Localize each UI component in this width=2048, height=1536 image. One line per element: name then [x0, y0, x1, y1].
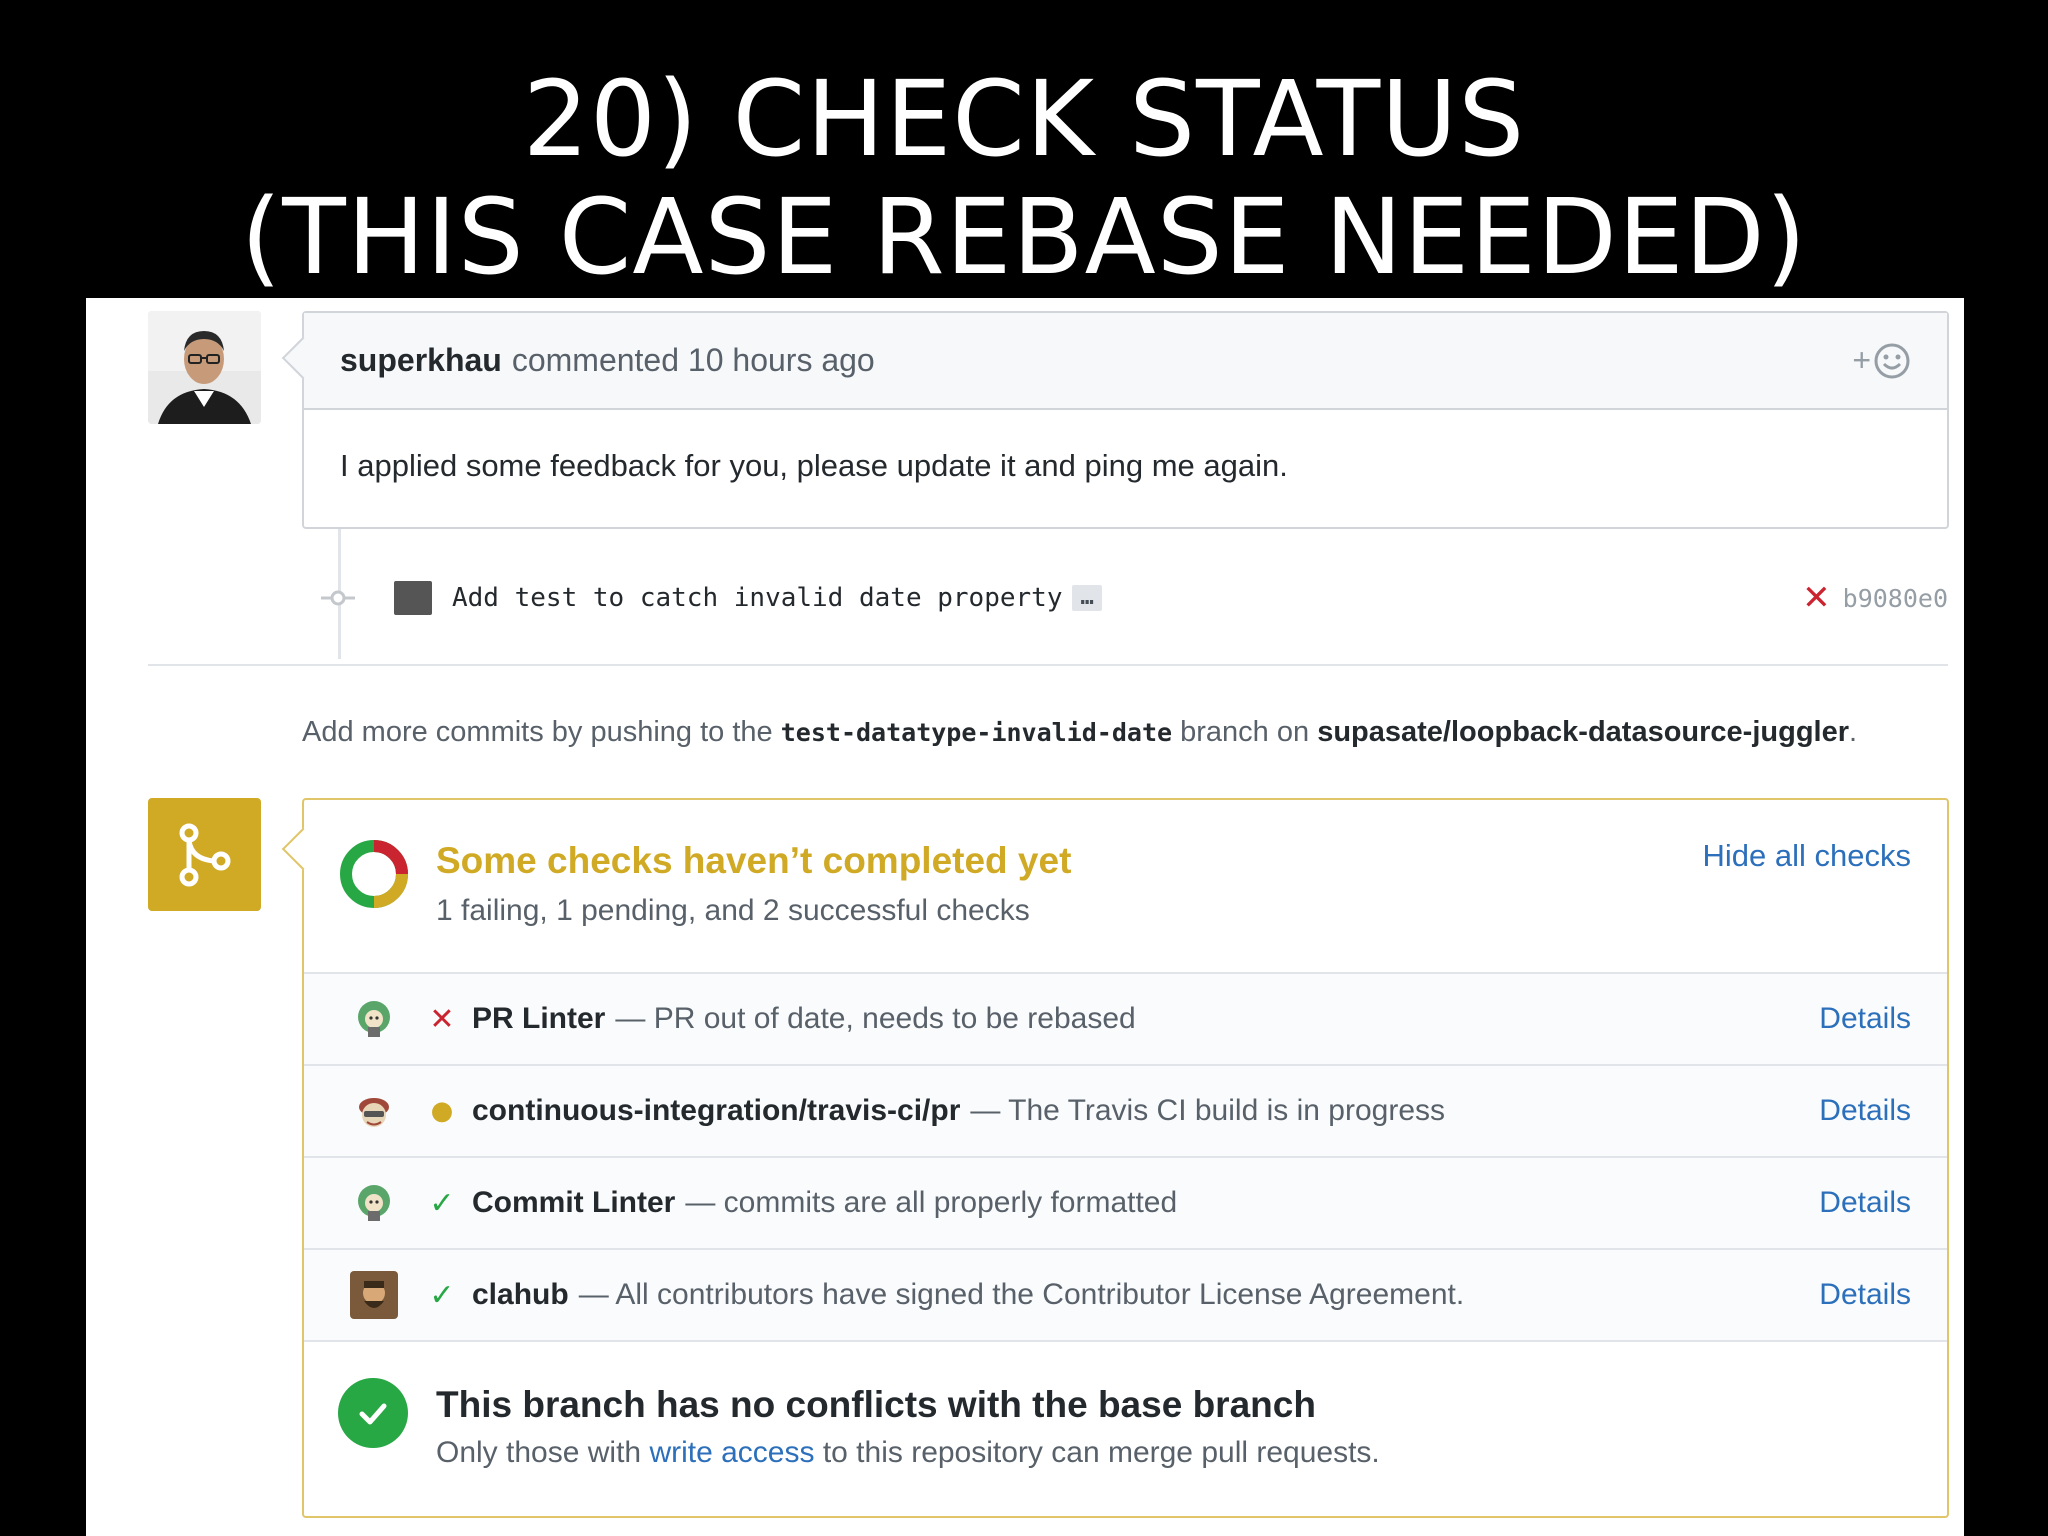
- check-app-avatar: [350, 1271, 398, 1319]
- push-hint-suffix: .: [1849, 716, 1858, 748]
- x-icon: ✕: [429, 1001, 455, 1037]
- check-app-avatar: [350, 995, 398, 1043]
- commit-sha[interactable]: b9080e0: [1843, 584, 1948, 613]
- check-name: Commit Linter: [472, 1186, 676, 1219]
- check-details-link[interactable]: Details: [1819, 1186, 1911, 1220]
- hide-all-checks-link[interactable]: Hide all checks: [1703, 838, 1911, 874]
- check-row-travis: ● continuous-integration/travis-ci/pr — …: [304, 1066, 1947, 1158]
- push-hint: Add more commits by pushing to the test-…: [302, 716, 1857, 749]
- repo-name: supasate/loopback-datasource-juggler: [1317, 716, 1850, 748]
- check-name: continuous-integration/travis-ci/pr: [472, 1094, 961, 1127]
- merge-sub-suffix: to this repository can merge pull reques…: [822, 1436, 1380, 1469]
- checks-summary-subtitle: 1 failing, 1 pending, and 2 successful c…: [436, 894, 1030, 927]
- comment-timestamp[interactable]: commented 10 hours ago: [512, 342, 875, 379]
- check-row-commit-linter: ✓ Commit Linter — commits are all proper…: [304, 1158, 1947, 1250]
- x-icon[interactable]: ✕: [1802, 578, 1831, 618]
- timeline-divider: [148, 664, 1948, 666]
- commenter-avatar[interactable]: [148, 311, 261, 424]
- add-reaction-button[interactable]: +: [1852, 342, 1911, 380]
- checks-summary-title: Some checks haven’t completed yet: [436, 840, 1072, 881]
- branch-name: test-datatype-invalid-date: [780, 718, 1173, 747]
- slide-title-line-1: 20) CHECK STATUS: [522, 58, 1526, 180]
- checks-summary: Some checks haven’t completed yet 1 fail…: [304, 800, 1947, 974]
- merge-box: Some checks haven’t completed yet 1 fail…: [281, 798, 1949, 1518]
- commit-message[interactable]: Add test to catch invalid date property: [452, 583, 1062, 613]
- pull-request-timeline: superkhau commented 10 hours ago + I app…: [86, 298, 1964, 1536]
- merge-status-badge: [148, 798, 261, 911]
- check-description: — The Travis CI build is in progress: [970, 1094, 1445, 1127]
- comment-box: superkhau commented 10 hours ago + I app…: [281, 311, 1949, 529]
- commit-icon: [318, 588, 358, 608]
- commit-row: Add test to catch invalid date property …: [318, 578, 1948, 618]
- check-name: PR Linter: [472, 1002, 606, 1035]
- merge-status-title: This branch has no conflicts with the ba…: [436, 1384, 1316, 1425]
- push-hint-middle: branch on: [1180, 716, 1310, 748]
- check-description: — commits are all properly formatted: [685, 1186, 1178, 1219]
- check-row-clahub: ✓ clahub — All contributors have signed …: [304, 1250, 1947, 1342]
- check-description: — PR out of date, needs to be rebased: [615, 1002, 1136, 1035]
- merge-status-subtitle: Only those with write access to this rep…: [436, 1436, 1380, 1470]
- commit-status: ✕ b9080e0: [1802, 578, 1948, 618]
- push-hint-prefix: Add more commits by pushing to the: [302, 716, 773, 748]
- check-details-link[interactable]: Details: [1819, 1278, 1911, 1312]
- check-details-link[interactable]: Details: [1819, 1094, 1911, 1128]
- comment-body: I applied some feedback for you, please …: [340, 448, 1288, 483]
- merge-status: This branch has no conflicts with the ba…: [304, 1342, 1947, 1516]
- check-app-avatar: [350, 1179, 398, 1227]
- commit-expand-button[interactable]: …: [1072, 585, 1102, 611]
- check-row-pr-linter: ✕ PR Linter — PR out of date, needs to b…: [304, 974, 1947, 1066]
- check-details-link[interactable]: Details: [1819, 1002, 1911, 1036]
- checks-progress-donut: [340, 840, 408, 908]
- comment-author[interactable]: superkhau: [340, 342, 502, 379]
- smiley-icon: [1874, 343, 1910, 378]
- write-access-link[interactable]: write access: [649, 1436, 814, 1469]
- success-check-icon: [338, 1378, 408, 1448]
- slide-title-line-2: (THIS CASE REBASE NEEDED): [240, 176, 1808, 298]
- pending-dot-icon: ●: [430, 1096, 454, 1126]
- git-merge-icon: [179, 823, 230, 886]
- check-name: clahub: [472, 1278, 569, 1311]
- slide-title: 20) CHECK STATUS (THIS CASE REBASE NEEDE…: [0, 60, 2048, 296]
- check-icon: ✓: [429, 1185, 455, 1221]
- check-description: — All contributors have signed the Contr…: [578, 1278, 1465, 1311]
- check-icon: ✓: [429, 1277, 455, 1313]
- comment-header: superkhau commented 10 hours ago +: [304, 313, 1947, 410]
- merge-sub-prefix: Only those with: [436, 1436, 642, 1469]
- check-app-avatar: [350, 1087, 398, 1135]
- commit-author-avatar[interactable]: [394, 581, 432, 615]
- reaction-plus: +: [1852, 342, 1871, 378]
